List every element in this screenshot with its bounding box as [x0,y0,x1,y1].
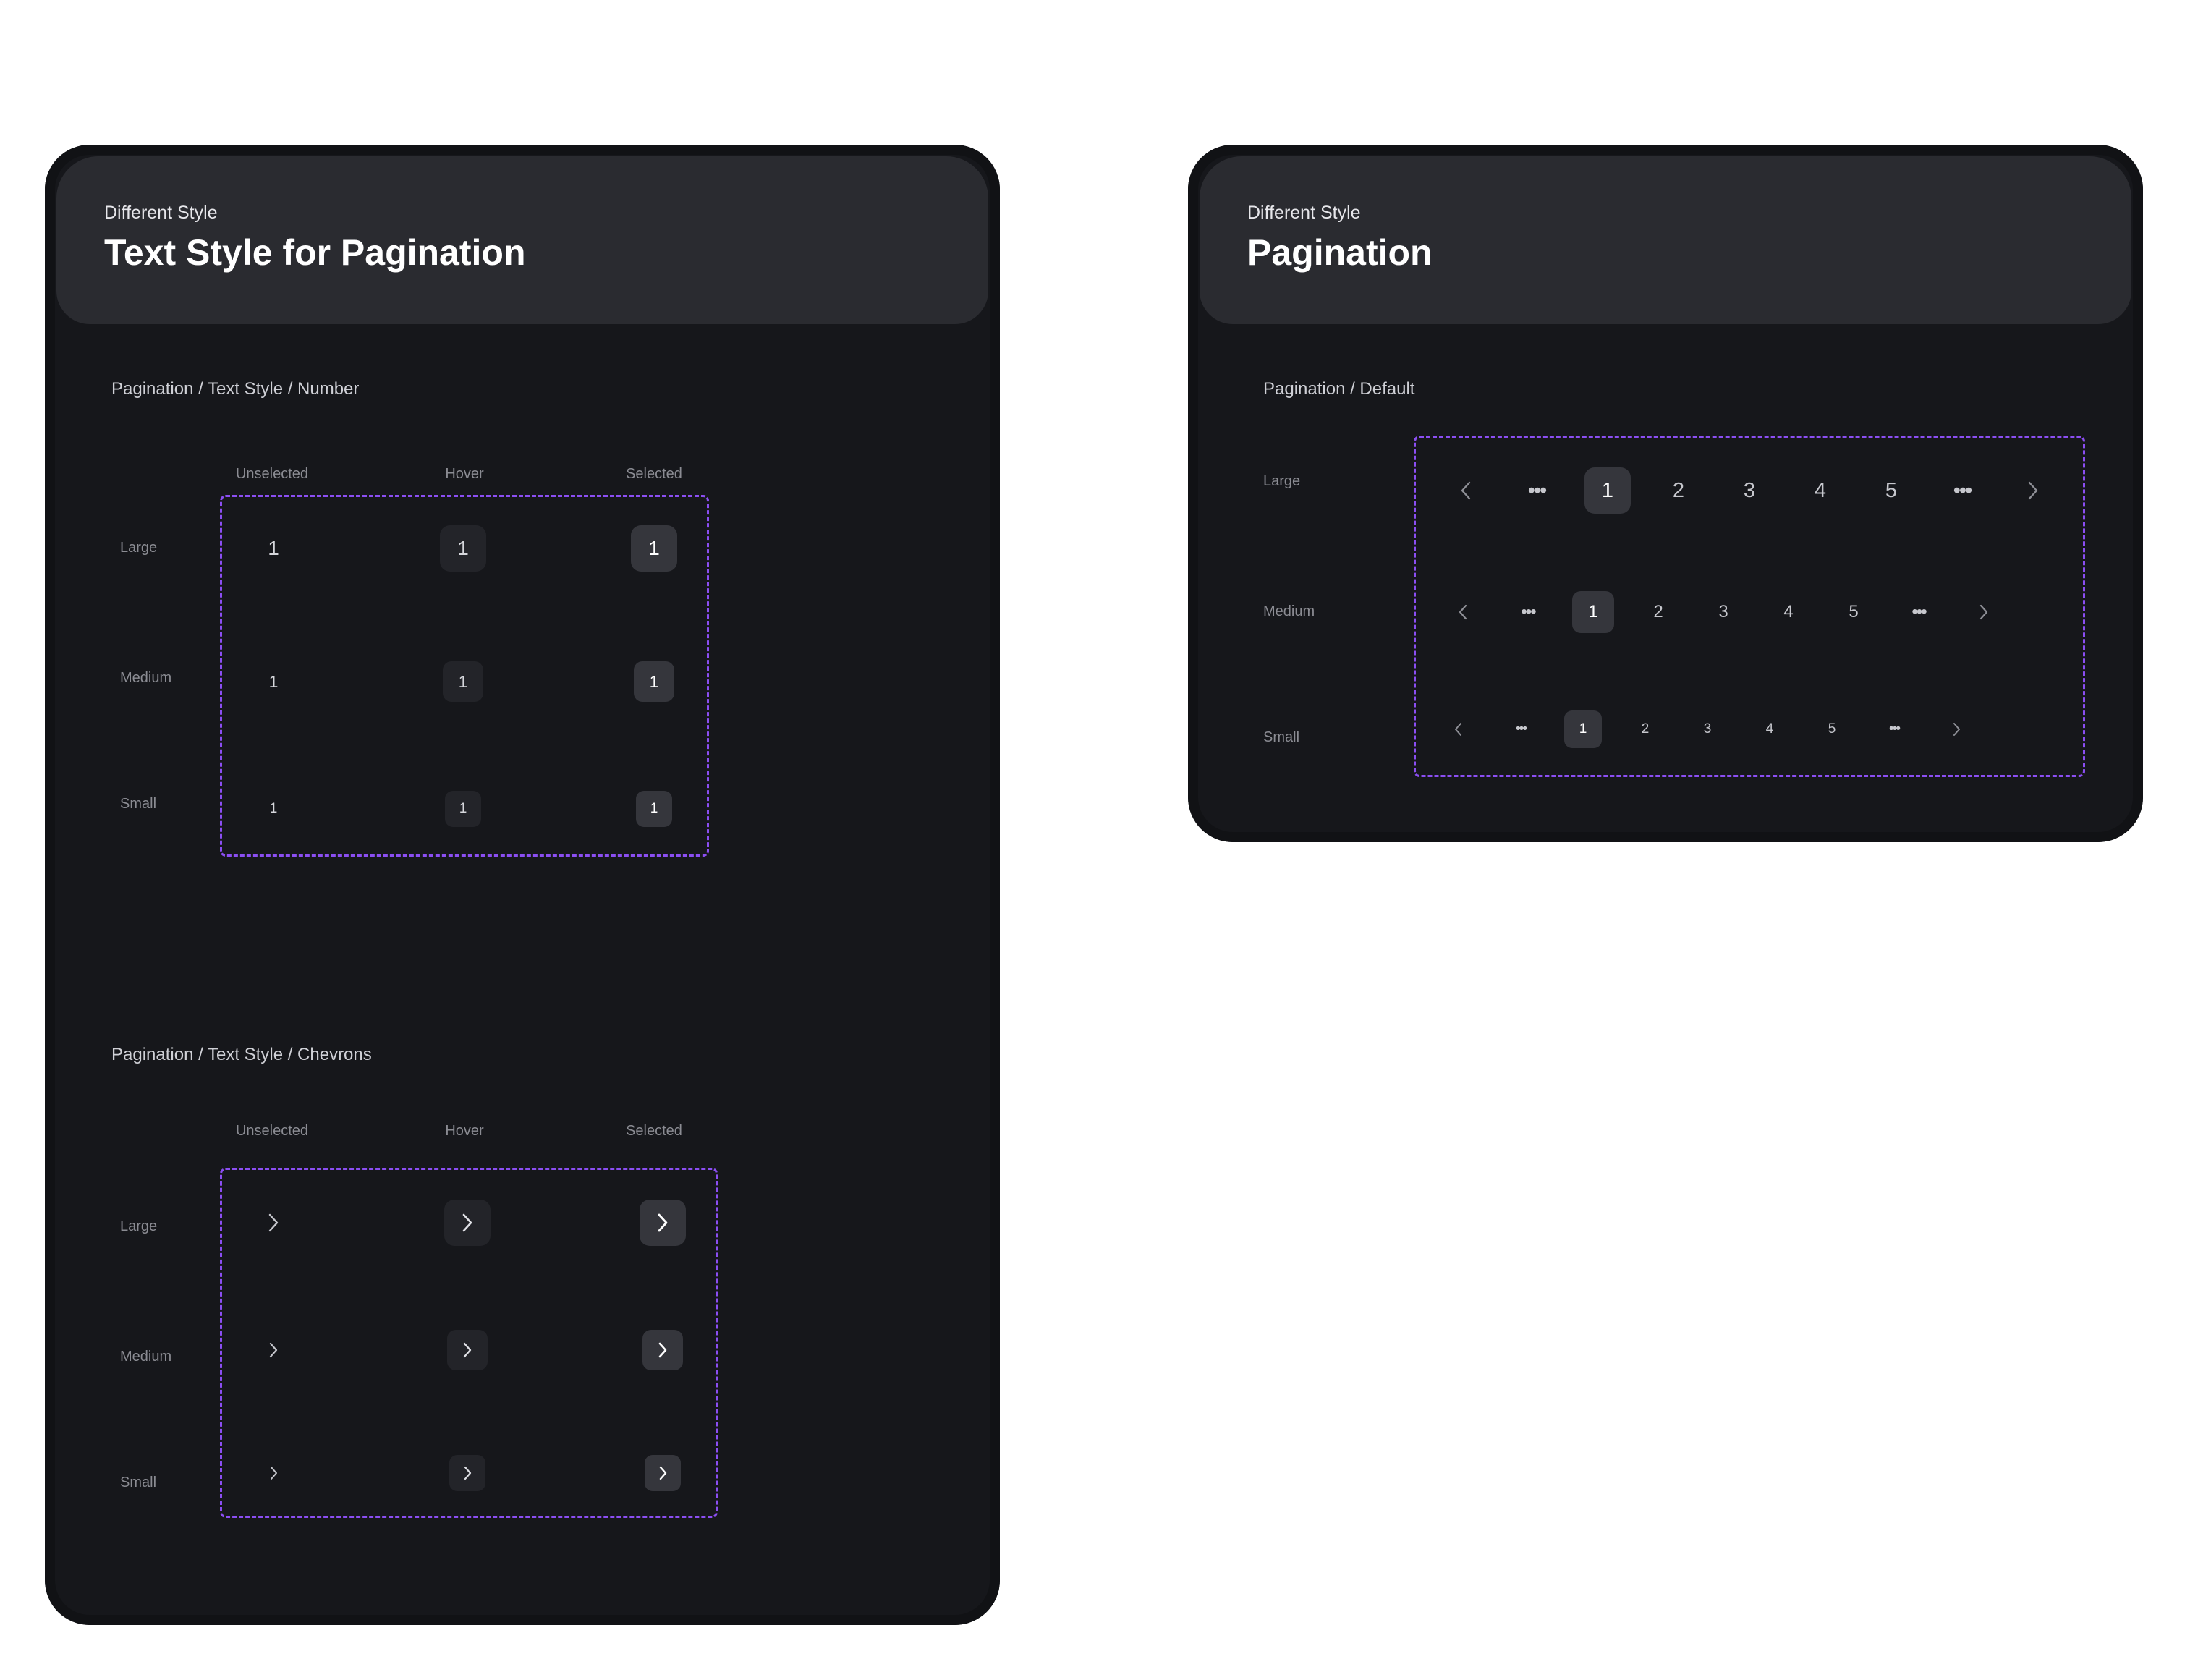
chevron-medium-selected[interactable] [642,1330,683,1370]
pagination-small-ellipsis-start[interactable]: ••• [1502,710,1540,748]
number-large-selected[interactable]: 1 [631,525,677,572]
pagination-medium-page-1[interactable]: 1 [1572,591,1614,633]
chevron-right-icon [269,1342,278,1358]
number-large-hover[interactable]: 1 [440,525,486,572]
chevron-small-selected[interactable] [645,1455,681,1491]
column-header-hover: Hover [445,1123,484,1139]
row-header-small: Small [1263,729,1300,745]
chevron-left-icon [1461,481,1471,500]
chevron-large-selected[interactable] [640,1200,686,1246]
pagination-medium-next-button[interactable] [1963,591,2005,633]
chevron-medium-unselected[interactable] [253,1330,294,1370]
chevron-medium-hover[interactable] [447,1330,488,1370]
pagination-small-page-5[interactable]: 5 [1813,710,1851,748]
number-medium-hover[interactable]: 1 [443,661,483,702]
column-header-hover: Hover [445,466,484,482]
pagination-large-ellipsis-end[interactable]: ••• [1939,467,1985,514]
card-eyebrow: Different Style [104,203,218,223]
text-style-card: Different Style Text Style for Paginatio… [45,145,1000,1625]
row-header-large: Large [120,1218,158,1234]
row-header-medium: Medium [1263,603,1315,619]
chevron-left-icon [1459,604,1467,620]
pagination-medium-page-5[interactable]: 5 [1833,591,1875,633]
pagination-large-prev-button[interactable] [1443,467,1489,514]
row-header-large: Large [120,540,158,556]
chevron-right-icon [658,1342,667,1358]
pagination-medium-ellipsis-start[interactable]: ••• [1507,591,1549,633]
pagination-small-page-2[interactable]: 2 [1626,710,1664,748]
number-small-hover[interactable]: 1 [445,791,481,827]
chevron-right-icon [462,1213,472,1232]
pagination-small-prev-button[interactable] [1440,710,1477,748]
row-header-large: Large [1263,473,1301,489]
pagination-small-page-4[interactable]: 4 [1751,710,1788,748]
pagination-small-page-3[interactable]: 3 [1689,710,1726,748]
chevron-right-icon [464,1466,472,1480]
column-header-selected: Selected [626,466,682,482]
pagination-medium-page-4[interactable]: 4 [1767,591,1809,633]
chevron-right-icon [1979,604,1988,620]
number-small-selected[interactable]: 1 [636,791,672,827]
pagination-medium-ellipsis-end[interactable]: ••• [1898,591,1940,633]
pagination-large-page-5[interactable]: 5 [1868,467,1914,514]
chevron-section-label: Pagination / Text Style / Chevrons [111,1045,372,1064]
pagination-card: Different Style Pagination Pagination / … [1188,145,2143,842]
chevron-small-hover[interactable] [449,1455,485,1491]
card-eyebrow: Different Style [1247,203,1361,223]
number-medium-selected[interactable]: 1 [634,661,674,702]
number-medium-unselected[interactable]: 1 [253,661,294,702]
number-small-unselected[interactable]: 1 [255,791,292,827]
pagination-medium-page-3[interactable]: 3 [1702,591,1744,633]
pagination-large-page-2[interactable]: 2 [1655,467,1702,514]
column-header-unselected: Unselected [235,466,309,482]
row-header-small: Small [120,1475,157,1490]
column-header-unselected: Unselected [235,1123,309,1139]
card-title: Text Style for Pagination [104,232,526,273]
chevron-right-icon [271,1467,277,1480]
column-header-selected: Selected [626,1123,682,1139]
card-header: Different Style Pagination [1200,156,2131,324]
pagination-large-page-1[interactable]: 1 [1584,467,1631,514]
pagination-small-next-button[interactable] [1938,710,1975,748]
pagination-large-next-button[interactable] [2010,467,2056,514]
number-large-unselected[interactable]: 1 [250,525,297,572]
pagination-large-page-3[interactable]: 3 [1726,467,1773,514]
pagination-large-ellipsis-start[interactable]: ••• [1514,467,1560,514]
chevron-right-icon [2028,481,2038,500]
chevron-left-icon [1455,723,1461,736]
pagination-small-page-1[interactable]: 1 [1564,710,1602,748]
pagination-small-ellipsis-end[interactable]: ••• [1875,710,1913,748]
chevron-large-unselected[interactable] [250,1200,297,1246]
row-header-small: Small [120,796,157,812]
pagination-section-label: Pagination / Default [1263,379,1415,399]
chevron-small-unselected[interactable] [255,1455,292,1491]
chevron-right-icon [659,1466,667,1480]
row-header-medium: Medium [120,1349,172,1365]
chevron-right-icon [1953,723,1960,736]
card-title: Pagination [1247,232,1433,273]
chevron-right-icon [268,1213,279,1232]
chevron-large-hover[interactable] [444,1200,491,1246]
pagination-medium-prev-button[interactable] [1442,591,1484,633]
chevron-right-icon [463,1342,472,1358]
chevron-right-icon [658,1213,668,1232]
row-header-medium: Medium [120,670,172,686]
pagination-large-page-4[interactable]: 4 [1797,467,1843,514]
pagination-medium-page-2[interactable]: 2 [1637,591,1679,633]
number-section-label: Pagination / Text Style / Number [111,379,360,399]
card-header: Different Style Text Style for Paginatio… [56,156,988,324]
